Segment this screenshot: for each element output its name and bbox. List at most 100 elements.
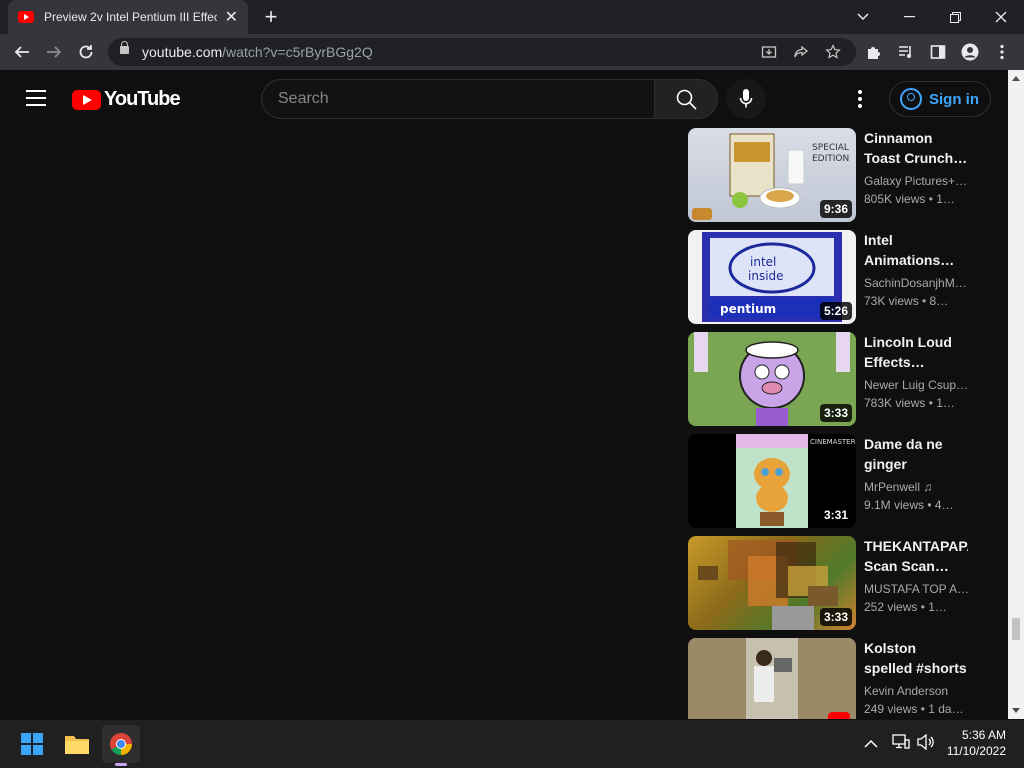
video-stats: 249 views • 1 da… bbox=[864, 702, 964, 716]
video-thumbnail[interactable]: 3:33 bbox=[688, 332, 856, 426]
video-title[interactable]: Kolston spelled #shorts bbox=[864, 638, 968, 678]
account-icon bbox=[900, 88, 922, 110]
video-thumbnail[interactable] bbox=[688, 638, 856, 719]
search-icon bbox=[676, 89, 697, 110]
settings-more-icon[interactable] bbox=[850, 88, 870, 110]
reload-button[interactable] bbox=[72, 38, 100, 66]
volume-icon[interactable] bbox=[917, 733, 935, 755]
video-title[interactable]: Lincoln Loud Effects… bbox=[864, 332, 968, 372]
media-controls-icon[interactable] bbox=[892, 38, 920, 66]
video-channel[interactable]: Kevin Anderson bbox=[864, 682, 968, 700]
recommended-video[interactable]: SPECIAL EDITION 9:36 Cinnamon Toast Crun… bbox=[688, 128, 968, 222]
video-meta: THEKANTAPAPA Scan Scan… MUSTAFA TOP A… 2… bbox=[864, 536, 968, 616]
active-tab[interactable]: Preview 2v Intel Pentium III Effects ✕ bbox=[8, 0, 248, 34]
windows-taskbar: 5:36 AM 11/10/2022 bbox=[0, 720, 1024, 768]
sign-in-label: Sign in bbox=[929, 90, 979, 108]
browser-menu-icon[interactable] bbox=[988, 38, 1016, 66]
clock-date: 11/10/2022 bbox=[946, 744, 1006, 758]
install-app-icon[interactable] bbox=[760, 43, 778, 61]
close-window-button[interactable] bbox=[978, 0, 1024, 34]
tab-close-icon[interactable]: ✕ bbox=[225, 7, 238, 27]
youtube-logo-text: YouTube bbox=[104, 88, 181, 110]
bookmark-star-icon[interactable] bbox=[824, 43, 842, 61]
restore-button[interactable] bbox=[932, 0, 978, 34]
tab-title: Preview 2v Intel Pentium III Effects bbox=[44, 10, 217, 24]
clock-time: 5:36 AM bbox=[961, 728, 1006, 742]
clock[interactable]: 5:36 AM 11/10/2022 bbox=[944, 728, 1006, 758]
youtube-play-icon bbox=[72, 89, 101, 110]
video-thumbnail[interactable]: intel inside pentium 5:26 bbox=[688, 230, 856, 324]
svg-text:CINEMASTER: CINEMASTER bbox=[810, 438, 856, 446]
video-duration: 3:33 bbox=[819, 404, 852, 422]
svg-text:SPECIAL: SPECIAL bbox=[812, 143, 849, 153]
profile-avatar-icon[interactable] bbox=[956, 38, 984, 66]
video-channel[interactable]: Galaxy Pictures+… bbox=[864, 172, 968, 190]
video-duration: 5:26 bbox=[819, 302, 852, 320]
video-meta: Intel Animations… SachinDosanjhM… 73K vi… bbox=[864, 230, 968, 310]
hamburger-menu-icon[interactable] bbox=[26, 90, 46, 106]
video-meta: Lincoln Loud Effects… Newer Luig Csup… 7… bbox=[864, 332, 968, 412]
browser-toolbar: youtube.com/watch?v=c5rByrBGg2Q bbox=[0, 34, 1024, 70]
voice-search-button[interactable] bbox=[726, 79, 766, 119]
recommended-video[interactable]: CINEMASTER 3:31 Dame da ne ginger MrPenw… bbox=[688, 434, 968, 528]
share-icon[interactable] bbox=[792, 43, 810, 61]
chrome-taskbar-button[interactable] bbox=[102, 725, 140, 766]
video-duration: 9:36 bbox=[819, 200, 852, 218]
folder-icon bbox=[65, 736, 89, 754]
recommended-video[interactable]: 3:33 Lincoln Loud Effects… Newer Luig Cs… bbox=[688, 332, 968, 426]
video-title[interactable]: Cinnamon Toast Crunch… bbox=[864, 128, 968, 168]
youtube-logo[interactable]: YouTube bbox=[72, 88, 181, 111]
new-tab-button[interactable]: + bbox=[258, 4, 284, 30]
video-meta: Cinnamon Toast Crunch… Galaxy Pictures+…… bbox=[864, 128, 968, 208]
video-thumbnail[interactable]: SPECIAL EDITION 9:36 bbox=[688, 128, 856, 222]
scroll-up-icon[interactable] bbox=[1012, 76, 1020, 81]
scrollbar-thumb[interactable] bbox=[1012, 618, 1020, 640]
video-channel[interactable]: Newer Luig Csup… bbox=[864, 376, 968, 394]
video-meta: Dame da ne ginger MrPenwell ♫ 9.1M views… bbox=[864, 434, 968, 514]
browser-tab-bar: Preview 2v Intel Pentium III Effects ✕ + bbox=[0, 0, 1024, 34]
video-thumbnail[interactable]: 3:33 bbox=[688, 536, 856, 630]
sign-in-button[interactable]: Sign in bbox=[889, 81, 991, 117]
video-stats: 805K views • 1… bbox=[864, 192, 955, 206]
recommended-video[interactable]: Kolston spelled #shorts Kevin Anderson 2… bbox=[688, 638, 968, 719]
show-hidden-icons-icon[interactable] bbox=[864, 736, 878, 754]
svg-text:inside: inside bbox=[748, 269, 784, 283]
minimize-button[interactable] bbox=[886, 0, 932, 34]
address-bar[interactable]: youtube.com/watch?v=c5rByrBGg2Q bbox=[108, 38, 856, 66]
video-stats: 252 views • 1… bbox=[864, 600, 947, 614]
video-channel[interactable]: MUSTAFA TOP A… bbox=[864, 580, 968, 598]
tab-search-icon[interactable] bbox=[840, 0, 886, 34]
scroll-down-icon[interactable] bbox=[1012, 708, 1020, 713]
start-button[interactable] bbox=[13, 725, 51, 763]
lock-icon bbox=[120, 41, 129, 54]
extensions-puzzle-icon[interactable] bbox=[860, 38, 888, 66]
video-title[interactable]: Dame da ne ginger bbox=[864, 434, 968, 474]
video-meta: Kolston spelled #shorts Kevin Anderson 2… bbox=[864, 638, 968, 718]
recommended-video[interactable]: intel inside pentium 5:26 Intel Animatio… bbox=[688, 230, 968, 324]
video-stats: 783K views • 1… bbox=[864, 396, 955, 410]
watch-page-content: SPECIAL EDITION 9:36 Cinnamon Toast Crun… bbox=[0, 126, 1008, 719]
back-button[interactable] bbox=[8, 38, 36, 66]
video-channel[interactable]: MrPenwell ♫ bbox=[864, 478, 968, 496]
search-input[interactable] bbox=[262, 80, 655, 118]
recommended-video[interactable]: 3:33 THEKANTAPAPA Scan Scan… MUSTAFA TOP… bbox=[688, 536, 968, 630]
svg-text:intel: intel bbox=[750, 255, 776, 269]
url-text[interactable]: youtube.com/watch?v=c5rByrBGg2Q bbox=[142, 44, 373, 60]
video-thumbnail[interactable]: CINEMASTER 3:31 bbox=[688, 434, 856, 528]
youtube-favicon-icon bbox=[18, 11, 34, 23]
forward-button[interactable] bbox=[40, 38, 68, 66]
side-panel-icon[interactable] bbox=[924, 38, 952, 66]
video-stats: 73K views • 8… bbox=[864, 294, 949, 308]
chrome-icon bbox=[110, 733, 132, 755]
video-title[interactable]: Intel Animations… bbox=[864, 230, 968, 270]
video-title[interactable]: THEKANTAPAPA Scan Scan… bbox=[864, 536, 968, 576]
microphone-icon bbox=[739, 89, 753, 108]
svg-text:EDITION: EDITION bbox=[812, 154, 849, 164]
page-scrollbar[interactable] bbox=[1008, 70, 1024, 719]
svg-text:pentium: pentium bbox=[720, 302, 776, 316]
video-channel[interactable]: SachinDosanjhM… bbox=[864, 274, 968, 292]
file-explorer-button[interactable] bbox=[58, 725, 96, 763]
search-button[interactable] bbox=[654, 79, 718, 119]
network-icon[interactable] bbox=[892, 734, 910, 755]
search-box[interactable] bbox=[261, 79, 655, 119]
